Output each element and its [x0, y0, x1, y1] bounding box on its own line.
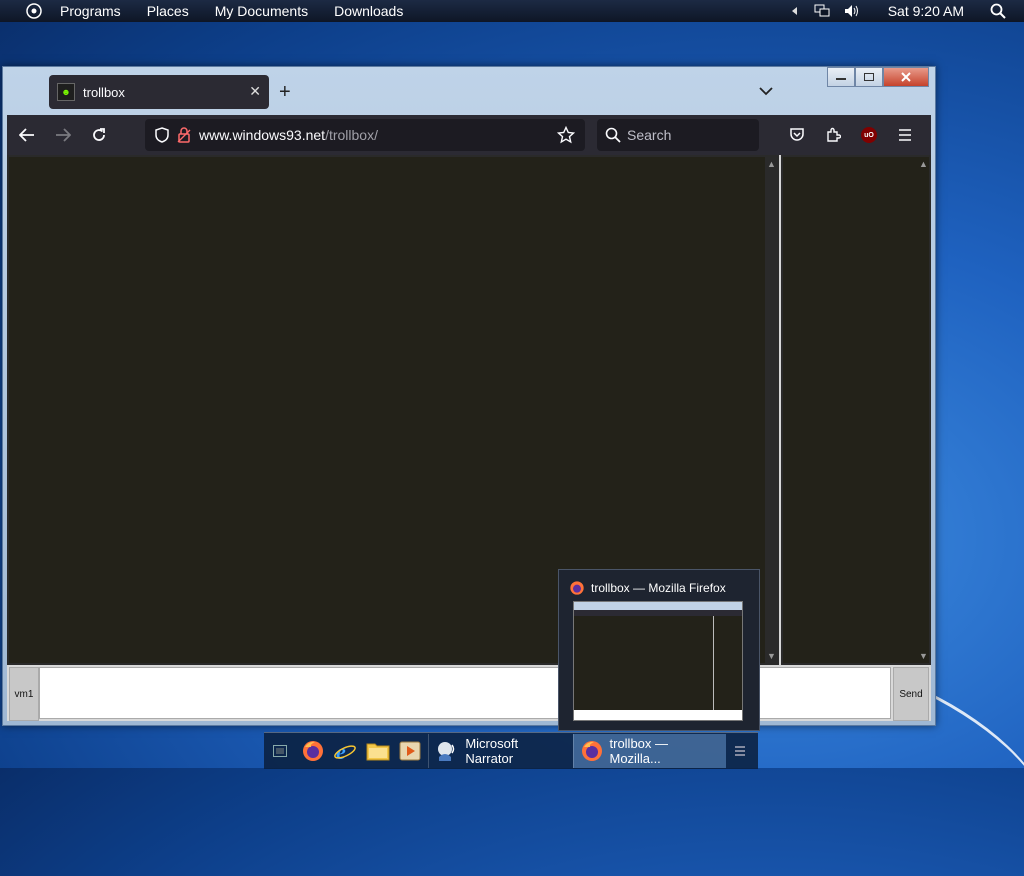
preview-thumbnail[interactable] [573, 601, 743, 721]
chat-scroll-down-icon[interactable]: ▼ [767, 651, 776, 661]
forward-button[interactable] [45, 119, 81, 151]
top-panel: Programs Places My Documents Downloads S… [0, 0, 1024, 22]
back-button[interactable] [9, 119, 45, 151]
search-icon[interactable] [990, 3, 1006, 19]
task-microsoft-narrator[interactable]: Microsoft Narrator [428, 734, 572, 768]
clock[interactable]: Sat 9:20 AM [888, 3, 964, 19]
insecure-lock-icon[interactable] [177, 127, 191, 143]
file-explorer-icon[interactable] [363, 736, 391, 766]
list-all-tabs-icon[interactable] [759, 83, 773, 101]
close-tab-icon[interactable]: ✕ [249, 83, 261, 100]
taskbar: e Microsoft Narrator trollbox — Mozilla.… [264, 732, 758, 769]
menu-downloads[interactable]: Downloads [334, 3, 403, 19]
media-player-icon[interactable] [396, 736, 424, 766]
preview-title-text: trollbox — Mozilla Firefox [591, 581, 726, 595]
users-list-area[interactable]: ▲ ▼ [783, 157, 929, 663]
thumb-tabbar [574, 602, 742, 610]
pocket-button[interactable] [779, 119, 815, 151]
thumb-input [574, 710, 742, 720]
page-content: ▲ ▼ ▲ ▼ vm1 Send [7, 155, 931, 721]
firefox-window[interactable]: ☻ trollbox ✕ + www.windows93.net/trollbo… [2, 66, 936, 726]
search-placeholder: Search [627, 127, 672, 143]
thumb-navbar [574, 610, 742, 616]
url-path: /trollbox/ [325, 127, 378, 143]
chat-scroll-up-icon[interactable]: ▲ [767, 159, 776, 169]
search-bar[interactable]: Search [597, 119, 759, 151]
menu-places[interactable]: Places [147, 3, 189, 19]
app-menu-icon[interactable] [26, 3, 42, 19]
url-bar[interactable]: www.windows93.net/trollbox/ [145, 119, 585, 151]
task-label: Microsoft Narrator [465, 736, 519, 766]
svg-text:e: e [336, 739, 346, 763]
bookmark-star-icon[interactable] [556, 125, 576, 147]
panel-divider [779, 155, 781, 665]
ublock-origin-button[interactable]: uO [851, 119, 887, 151]
message-input[interactable] [39, 667, 891, 719]
tab-bar: ☻ trollbox ✕ + [7, 73, 929, 115]
volume-icon[interactable] [844, 4, 860, 18]
tracking-protection-shield-icon[interactable] [155, 127, 169, 143]
firefox-icon [580, 739, 604, 763]
tab-trollbox[interactable]: ☻ trollbox ✕ [49, 75, 269, 109]
tray-expand-icon[interactable] [790, 6, 800, 16]
preview-title: trollbox — Mozilla Firefox [569, 580, 726, 596]
menu-my-documents[interactable]: My Documents [215, 3, 308, 19]
extensions-button[interactable] [815, 119, 851, 151]
hamburger-menu-button[interactable] [887, 119, 923, 151]
thumb-divider [713, 616, 714, 712]
ublock-icon: uO [861, 127, 877, 143]
taskbar-window-preview[interactable]: trollbox — Mozilla Firefox [558, 569, 760, 731]
search-icon [605, 127, 621, 143]
tab-title: trollbox [83, 84, 125, 100]
trollbox-favicon-icon: ☻ [57, 83, 75, 101]
internet-explorer-icon[interactable]: e [331, 736, 359, 766]
menu-programs[interactable]: Programs [60, 3, 121, 19]
url-domain: www.windows93.net [199, 127, 326, 143]
narrator-icon [435, 739, 459, 763]
show-desktop-icon[interactable] [266, 736, 294, 766]
reload-button[interactable] [81, 119, 117, 151]
network-icon[interactable] [814, 4, 830, 18]
users-scroll-up-icon[interactable]: ▲ [919, 159, 928, 169]
task-label: trollbox — Mozilla... [609, 736, 669, 766]
taskbar-overflow-menu-icon[interactable] [726, 736, 754, 766]
send-button[interactable]: Send [893, 667, 929, 721]
users-scroll-down-icon[interactable]: ▼ [919, 651, 928, 661]
toolbar-buttons: uO [779, 119, 923, 151]
nav-bar: www.windows93.net/trollbox/ Search uO [7, 115, 931, 155]
new-tab-button[interactable]: + [279, 81, 291, 104]
task-firefox[interactable]: trollbox — Mozilla... [572, 734, 726, 768]
nickname-button[interactable]: vm1 [9, 667, 39, 721]
firefox-icon [570, 581, 584, 595]
chat-input-bar: vm1 Send [7, 665, 931, 721]
firefox-launcher-icon[interactable] [298, 736, 326, 766]
